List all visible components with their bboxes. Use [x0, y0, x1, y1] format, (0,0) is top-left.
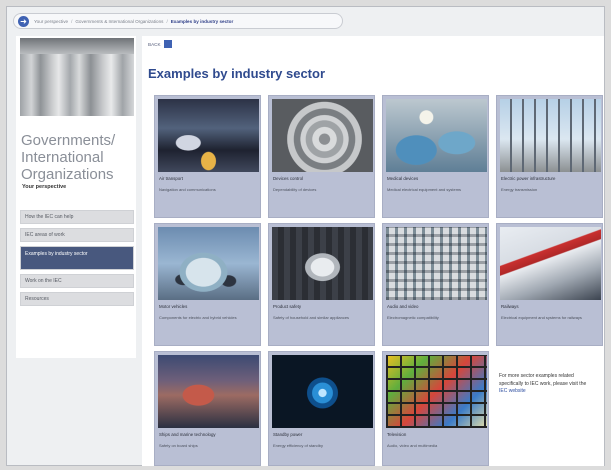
sector-title: Standby power	[273, 432, 303, 437]
page-title: Examples by industry sector	[148, 66, 326, 81]
sidebar-banner-image	[20, 38, 134, 116]
arrow-right-icon[interactable]: ➜	[18, 15, 29, 27]
sidebar-item-work-on-the-iec[interactable]: Work on the IEC	[20, 274, 134, 288]
back-button[interactable]: BACK	[148, 40, 172, 48]
back-label: BACK	[148, 41, 161, 47]
sector-card-standby-power[interactable]: Standby power Energy efficiency of stand…	[268, 351, 375, 466]
sector-description: Electrical equipment and systems for rai…	[501, 315, 582, 320]
breadcrumb-separator: /	[71, 18, 73, 24]
breadcrumb-current: Examples by industry sector	[170, 18, 234, 24]
sidebar-item-iec-areas-of-work[interactable]: IEC areas of work	[20, 228, 134, 242]
sector-image	[272, 227, 373, 300]
sector-card-electric-power[interactable]: Electric power infrastructure Energy tra…	[496, 95, 603, 218]
breadcrumb-separator: /	[166, 18, 168, 24]
sidebar-nav: How the IEC can help IEC areas of work E…	[20, 210, 134, 310]
sector-card-ships-marine[interactable]: Ships and marine technology Safety on bo…	[154, 351, 261, 466]
grid-icon	[163, 40, 172, 48]
sector-card-motor-vehicles[interactable]: Motor vehicles Components for electric a…	[154, 223, 261, 346]
sector-image	[158, 227, 259, 300]
sector-image	[158, 99, 259, 172]
sector-description: Components for electric and hybrid vehic…	[159, 315, 237, 320]
sector-image	[386, 355, 487, 428]
breadcrumb-item[interactable]: Your perspective	[34, 19, 68, 24]
sector-title: Air transport	[159, 176, 183, 181]
sidebar-item-how-iec-can-help[interactable]: How the IEC can help	[20, 210, 134, 224]
sector-title: Railways	[501, 304, 519, 309]
sidebar-item-examples-by-industry-sector[interactable]: Examples by industry sector	[20, 246, 134, 270]
sector-image	[500, 227, 601, 300]
sidebar-subtitle: Your perspective	[22, 184, 67, 190]
sector-title: Television	[387, 432, 407, 437]
sidebar: Governments/ International Organizations…	[16, 36, 136, 358]
sector-title: Medical devices	[387, 176, 419, 181]
sector-card-railways[interactable]: Railways Electrical equipment and system…	[496, 223, 603, 346]
sector-title: Ships and marine technology	[159, 432, 216, 437]
sector-title: Audio and video	[387, 304, 419, 309]
sector-image	[272, 355, 373, 428]
sector-description: Safety of household and similar applianc…	[273, 315, 350, 320]
breadcrumb: ➜ Your perspective / Governments & Inter…	[13, 13, 343, 29]
sector-card-medical-devices[interactable]: Medical devices Medical electrical equip…	[382, 95, 489, 218]
iec-website-link[interactable]: IEC website	[499, 388, 526, 394]
sector-card-audio-and-video[interactable]: Audio and video Electromagnetic compatib…	[382, 223, 489, 346]
sector-title: Electric power infrastructure	[501, 176, 556, 181]
sector-image	[500, 99, 601, 172]
sector-title: Product safety	[273, 304, 302, 309]
sector-description: Energy transmission	[501, 187, 538, 192]
sidebar-item-resources[interactable]: Resources	[20, 292, 134, 306]
sector-card-devices-control[interactable]: Devices control Dependability of devices	[268, 95, 375, 218]
sector-description: Dependability of devices	[273, 187, 317, 192]
sector-image	[386, 99, 487, 172]
sector-description: Electromagnetic compatibility	[387, 315, 439, 320]
sector-card-product-safety[interactable]: Product safety Safety of household and s…	[268, 223, 375, 346]
sector-description: Audio, video and multimedia	[387, 443, 438, 448]
sector-title: Motor vehicles	[159, 304, 188, 309]
more-sectors-note: For more sector examples related specifi…	[499, 373, 595, 396]
sector-description: Medical electrical equipment and systems	[387, 187, 462, 192]
sector-image	[386, 227, 487, 300]
breadcrumb-item[interactable]: Governments & International Organization…	[75, 19, 163, 24]
note-text: For more sector examples related specifi…	[499, 373, 587, 387]
sector-image	[272, 99, 373, 172]
sector-image	[158, 355, 259, 428]
sector-card-television[interactable]: Television Audio, video and multimedia	[382, 351, 489, 466]
sector-description: Energy efficiency of standby	[273, 443, 323, 448]
sector-description: Navigation and communications	[159, 187, 216, 192]
sector-title: Devices control	[273, 176, 304, 181]
sidebar-title: Governments/ International Organizations	[21, 132, 116, 183]
sector-card-air-transport[interactable]: Air transport Navigation and communicati…	[154, 95, 261, 218]
sector-description: Safety on board ships	[159, 443, 198, 448]
